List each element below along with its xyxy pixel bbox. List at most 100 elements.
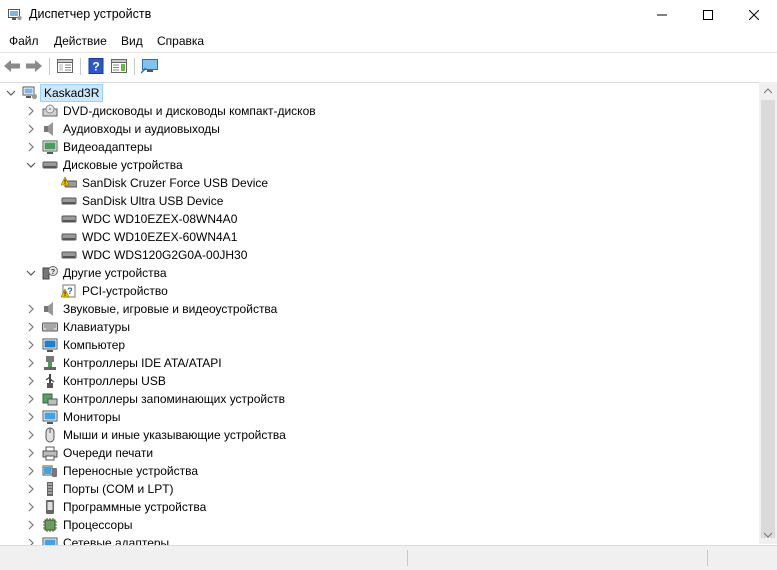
status-divider: [707, 550, 708, 566]
toolbar-separator: [80, 58, 81, 75]
menu-bar: Файл Действие Вид Справка: [0, 31, 777, 51]
tree-category-item[interactable]: Переносные устройства: [0, 462, 759, 480]
minimize-button[interactable]: [639, 0, 685, 30]
properties-panel-button[interactable]: [56, 57, 74, 75]
svg-text:?: ?: [51, 269, 55, 276]
tree-device-item[interactable]: WDC WD10EZEX-08WN4A0: [0, 210, 759, 228]
svg-text:?: ?: [92, 60, 99, 74]
chevron-right-icon[interactable]: [25, 429, 37, 441]
scroll-up-button[interactable]: [759, 82, 777, 100]
keyboard-icon: [42, 322, 58, 332]
back-button[interactable]: [3, 57, 21, 75]
chevron-down-icon[interactable]: [25, 267, 37, 279]
tree-item-label: Другие устройства: [63, 266, 167, 280]
chevron-right-icon[interactable]: [25, 519, 37, 531]
tree-category-item[interactable]: Звуковые, игровые и видеоустройства: [0, 300, 759, 318]
help-button[interactable]: ?: [87, 57, 105, 75]
tree-item-label: Порты (COM и LPT): [63, 482, 174, 496]
tree-category-item[interactable]: Аудиовходы и аудиовыходы: [0, 120, 759, 138]
portable-device-icon: [42, 465, 57, 477]
tree-device-item[interactable]: WDC WD10EZEX-60WN4A1: [0, 228, 759, 246]
chevron-right-icon[interactable]: [25, 357, 37, 369]
dvd-drive-icon: [42, 104, 58, 117]
scroll-down-button[interactable]: [759, 526, 777, 544]
chevron-right-icon[interactable]: [25, 465, 37, 477]
chevron-right-icon[interactable]: [25, 483, 37, 495]
chevron-right-icon[interactable]: [25, 375, 37, 387]
mouse-icon: [45, 427, 55, 443]
scan-hardware-button[interactable]: [141, 57, 159, 75]
tree-category-item[interactable]: Процессоры: [0, 516, 759, 534]
tree-category-item[interactable]: Видеоадаптеры: [0, 138, 759, 156]
tree-device-item[interactable]: SanDisk Ultra USB Device: [0, 192, 759, 210]
tree-category-item[interactable]: Контроллеры USB: [0, 372, 759, 390]
tree-root-label: Kaskad3R: [39, 84, 104, 102]
tree-category-item[interactable]: Программные устройства: [0, 498, 759, 516]
unknown-device-icon: ?: [42, 266, 58, 280]
storage-controller-icon: [42, 393, 58, 406]
minimize-icon: [657, 14, 667, 16]
disk-warning-icon: [61, 176, 77, 188]
tree-category-item[interactable]: Контроллеры запоминающих устройств: [0, 390, 759, 408]
chevron-right-icon[interactable]: [25, 141, 37, 153]
chevron-down-icon[interactable]: [5, 87, 17, 99]
vertical-scrollbar[interactable]: [759, 82, 777, 544]
tree-item-label: PCI-устройство: [82, 284, 168, 298]
chevron-down-icon[interactable]: [25, 159, 37, 171]
network-adapter-icon: [42, 537, 58, 545]
tree-root[interactable]: Kaskad3R: [0, 84, 759, 102]
chevron-right-icon[interactable]: [25, 123, 37, 135]
chevron-right-icon[interactable]: [25, 321, 37, 333]
maximize-icon: [703, 10, 713, 20]
chevron-down-icon: [764, 532, 772, 538]
unknown-warning-icon: ?: [61, 284, 76, 298]
tree-item-label: Сетевые адаптеры: [63, 536, 170, 545]
details-panel-button[interactable]: [110, 57, 128, 75]
chevron-right-icon[interactable]: [25, 393, 37, 405]
speaker-icon: [44, 302, 53, 316]
tree-category-item[interactable]: Мыши и иные указывающие устройства: [0, 426, 759, 444]
maximize-button[interactable]: [685, 0, 731, 30]
chevron-right-icon[interactable]: [25, 411, 37, 423]
tree-item-label: Очереди печати: [63, 446, 154, 460]
menu-action[interactable]: Действие: [54, 34, 107, 48]
tree-item-label: Дисковые устройства: [63, 158, 183, 172]
forward-button[interactable]: [25, 57, 43, 75]
scroll-thumb[interactable]: [761, 100, 775, 538]
tree-device-item[interactable]: WDC WDS120G2G0A-00JH30: [0, 246, 759, 264]
close-button[interactable]: [731, 0, 777, 30]
chevron-right-icon[interactable]: [25, 105, 37, 117]
tree-category-item[interactable]: Компьютер: [0, 336, 759, 354]
tree-category-item[interactable]: Мониторы: [0, 408, 759, 426]
chevron-right-icon[interactable]: [25, 537, 37, 545]
tree-item-label: Мониторы: [63, 410, 121, 424]
tree-category-item[interactable]: Очереди печати: [0, 444, 759, 462]
tree-item-label: Процессоры: [63, 518, 133, 532]
port-icon: [47, 482, 53, 496]
menu-view[interactable]: Вид: [121, 34, 143, 48]
help-icon: ?: [88, 58, 104, 74]
tree-device-item[interactable]: ? PCI-устройство: [0, 282, 759, 300]
tree-category-item[interactable]: ? Другие устройства: [0, 264, 759, 282]
tree-category-item[interactable]: Сетевые адаптеры: [0, 534, 759, 545]
tree-item-label: Видеоадаптеры: [63, 140, 153, 154]
tree-category-item[interactable]: Контроллеры IDE ATA/ATAPI: [0, 354, 759, 372]
tree-category-item[interactable]: Клавиатуры: [0, 318, 759, 336]
chevron-right-icon[interactable]: [25, 303, 37, 315]
tree-category-item[interactable]: Порты (COM и LPT): [0, 480, 759, 498]
computer-root-icon: [22, 86, 38, 100]
tree-item-label: Контроллеры IDE ATA/ATAPI: [63, 356, 222, 370]
close-icon: [749, 10, 759, 20]
menu-file[interactable]: Файл: [9, 34, 39, 48]
chevron-right-icon[interactable]: [25, 339, 37, 351]
status-divider: [407, 550, 408, 566]
chevron-right-icon[interactable]: [25, 501, 37, 513]
forward-icon: [26, 60, 42, 72]
tree-device-item[interactable]: SanDisk Cruzer Force USB Device: [0, 174, 759, 192]
tree-category-item[interactable]: DVD-дисководы и дисководы компакт-дисков: [0, 102, 759, 120]
chevron-right-icon[interactable]: [25, 447, 37, 459]
properties-panel-icon: [57, 59, 73, 73]
tree-item-label: WDC WD10EZEX-08WN4A0: [82, 212, 238, 226]
menu-help[interactable]: Справка: [157, 34, 204, 48]
tree-category-item[interactable]: Дисковые устройства: [0, 156, 759, 174]
